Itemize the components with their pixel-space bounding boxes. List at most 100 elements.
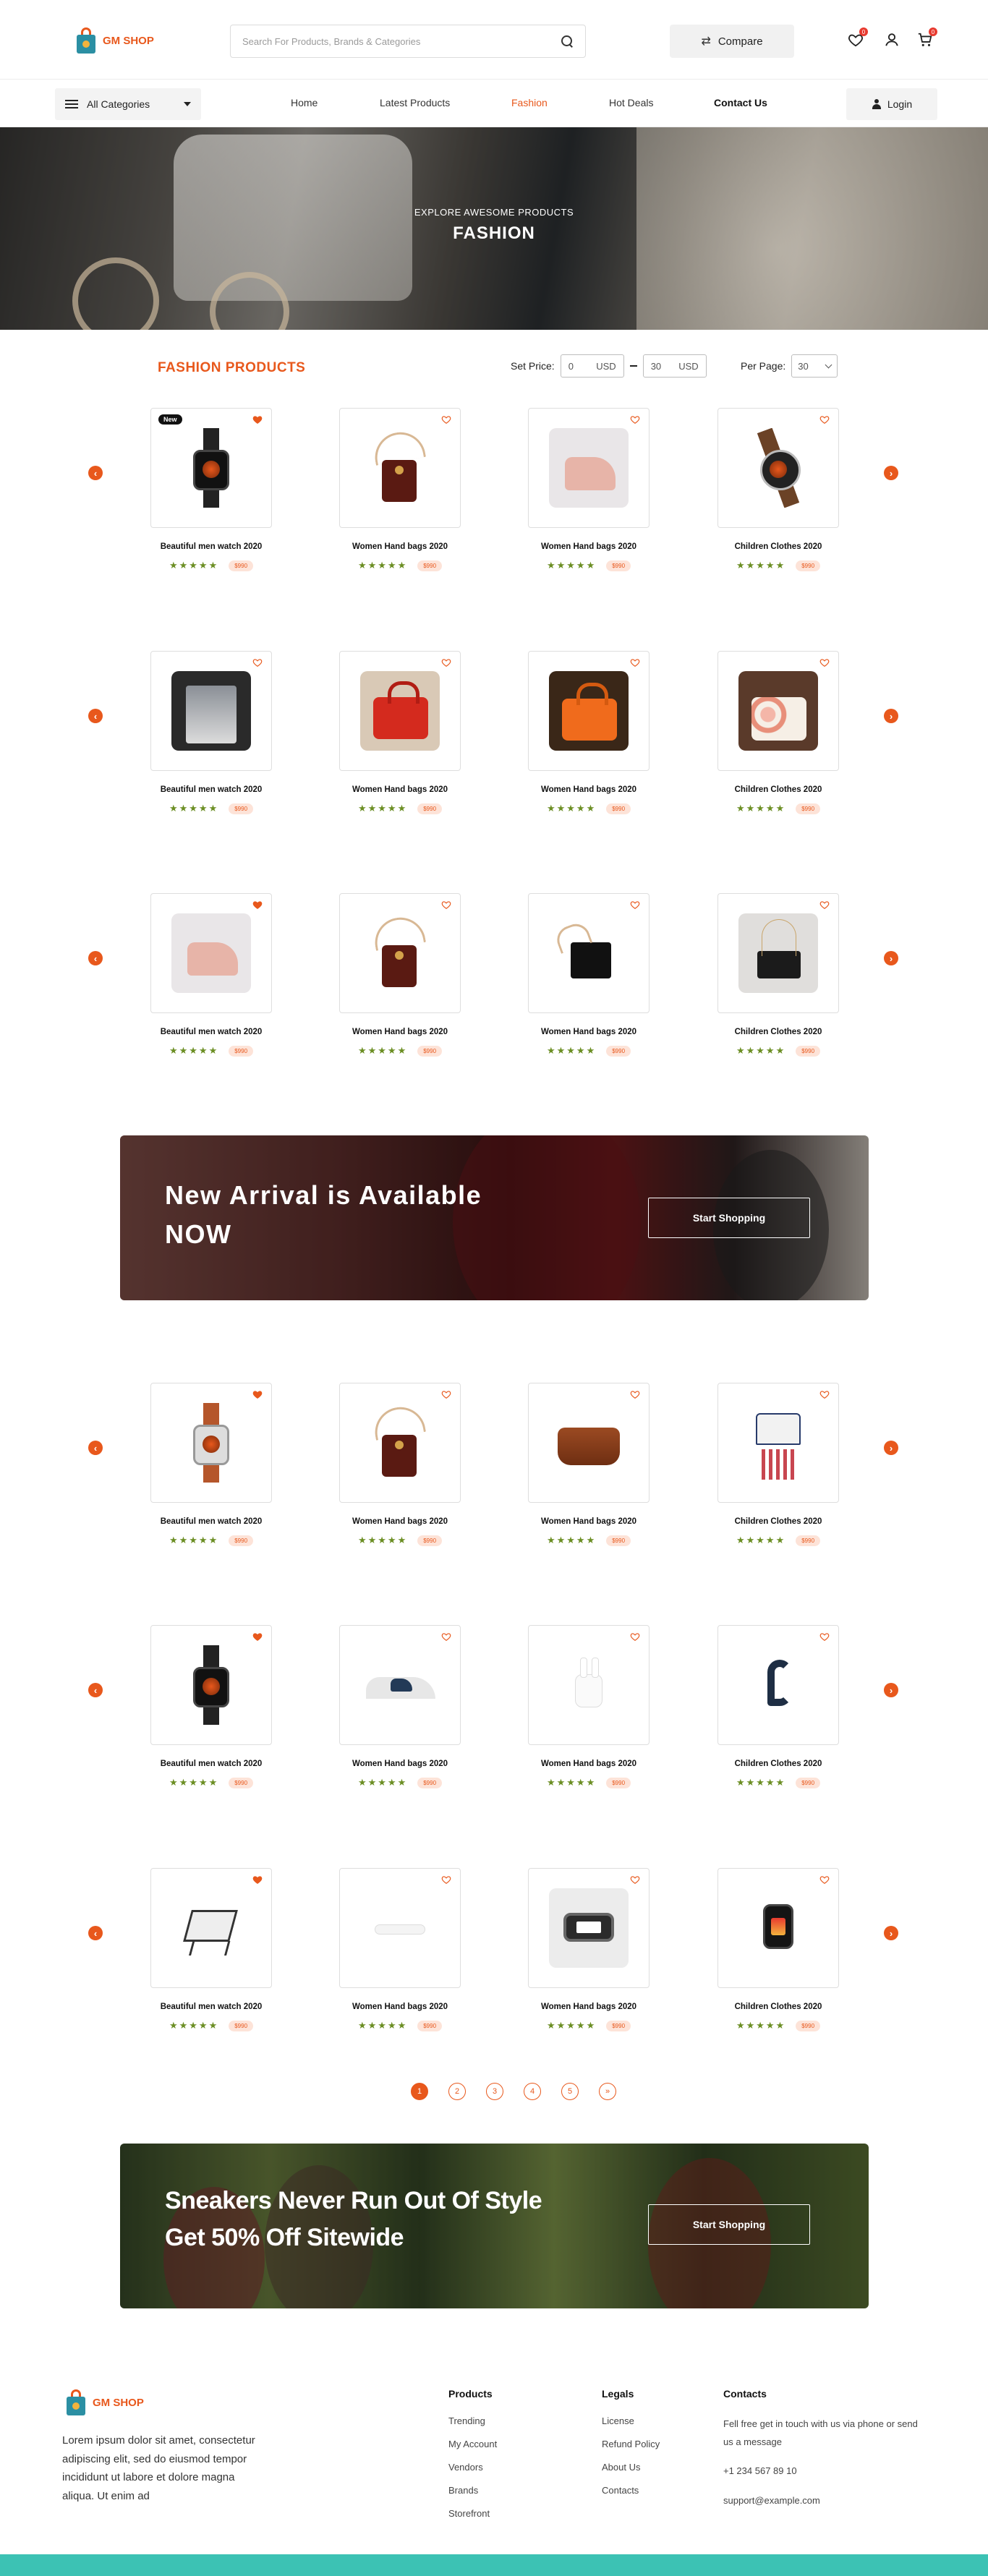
product-card[interactable]: Women Hand bags 2020 ★★★★★ $990 (339, 893, 461, 1057)
login-button[interactable]: Login (846, 88, 937, 120)
page-5-button[interactable]: 5 (561, 2083, 579, 2100)
product-image-frame[interactable] (528, 1383, 650, 1503)
next-page-button[interactable]: » (599, 2083, 616, 2100)
logo[interactable]: GM SHOP (75, 27, 154, 54)
heart-outline-icon[interactable] (819, 900, 830, 910)
product-name[interactable]: Women Hand bags 2020 (528, 785, 650, 794)
footer-link-trending[interactable]: Trending (448, 2415, 497, 2426)
heart-filled-icon[interactable] (252, 1632, 263, 1642)
carousel-prev-arrow-icon[interactable]: ‹ (88, 1683, 103, 1697)
product-image-frame[interactable] (150, 1383, 272, 1503)
product-image-frame[interactable] (717, 1625, 839, 1745)
carousel-next-arrow-icon[interactable]: › (884, 1926, 898, 1940)
product-name[interactable]: Women Hand bags 2020 (528, 542, 650, 551)
page-2-button[interactable]: 2 (448, 2083, 466, 2100)
product-image-frame[interactable] (150, 893, 272, 1013)
product-name[interactable]: Women Hand bags 2020 (528, 1517, 650, 1526)
carousel-next-arrow-icon[interactable]: › (884, 1441, 898, 1455)
footer-link-brands[interactable]: Brands (448, 2485, 497, 2496)
product-name[interactable]: Women Hand bags 2020 (339, 542, 461, 551)
heart-outline-icon[interactable] (441, 414, 451, 425)
start-shopping-button[interactable]: Start Shopping (648, 1198, 810, 1238)
product-card[interactable]: Women Hand bags 2020 ★★★★★ $990 (528, 1383, 650, 1546)
product-card[interactable]: Children Clothes 2020 ★★★★★ $990 (717, 893, 839, 1057)
heart-outline-icon[interactable] (441, 1389, 451, 1399)
price-max-input[interactable]: 30 USD (642, 354, 707, 378)
product-card[interactable]: Women Hand bags 2020 ★★★★★ $990 (339, 1383, 461, 1546)
product-card[interactable]: Children Clothes 2020 ★★★★★ $990 (717, 1625, 839, 1788)
product-name[interactable]: Women Hand bags 2020 (528, 2003, 650, 2011)
heart-outline-icon[interactable] (630, 900, 640, 910)
product-card[interactable]: Beautiful men watch 2020 ★★★★★ $990 (150, 651, 272, 814)
nav-link-fashion[interactable]: Fashion (511, 97, 548, 108)
product-image-frame[interactable] (717, 408, 839, 528)
product-image-frame[interactable] (339, 893, 461, 1013)
product-name[interactable]: Beautiful men watch 2020 (150, 785, 272, 794)
product-image-frame[interactable] (150, 1868, 272, 1988)
start-shopping-button[interactable]: Start Shopping (648, 2204, 810, 2245)
product-name[interactable]: Beautiful men watch 2020 (150, 1760, 272, 1768)
search-input[interactable] (242, 35, 561, 47)
product-name[interactable]: Children Clothes 2020 (717, 785, 839, 794)
heart-filled-icon[interactable] (252, 414, 263, 425)
product-name[interactable]: Women Hand bags 2020 (339, 785, 461, 794)
footer-email[interactable]: support@example.com (723, 2492, 919, 2510)
heart-filled-icon[interactable] (252, 1389, 263, 1399)
carousel-prev-arrow-icon[interactable]: ‹ (88, 466, 103, 480)
product-name[interactable]: Beautiful men watch 2020 (150, 1517, 272, 1526)
product-image-frame[interactable] (528, 651, 650, 771)
heart-outline-icon[interactable] (630, 1389, 640, 1399)
product-image-frame[interactable] (150, 1625, 272, 1745)
heart-outline-icon[interactable] (819, 414, 830, 425)
carousel-next-arrow-icon[interactable]: › (884, 709, 898, 723)
product-image-frame[interactable] (717, 893, 839, 1013)
search-icon[interactable] (561, 35, 574, 48)
product-card[interactable]: Women Hand bags 2020 ★★★★★ $990 (339, 1625, 461, 1788)
page-4-button[interactable]: 4 (524, 2083, 541, 2100)
product-name[interactable]: Women Hand bags 2020 (339, 2003, 461, 2011)
cart-button[interactable]: 0 (914, 27, 937, 51)
product-name[interactable]: Women Hand bags 2020 (339, 1028, 461, 1036)
product-name[interactable]: Children Clothes 2020 (717, 1028, 839, 1036)
carousel-prev-arrow-icon[interactable]: ‹ (88, 1441, 103, 1455)
product-image-frame[interactable] (150, 651, 272, 771)
product-card[interactable]: Children Clothes 2020 ★★★★★ $990 (717, 408, 839, 571)
carousel-next-arrow-icon[interactable]: › (884, 951, 898, 965)
carousel-prev-arrow-icon[interactable]: ‹ (88, 1926, 103, 1940)
footer-link-license[interactable]: License (602, 2415, 660, 2426)
nav-link-latest-products[interactable]: Latest Products (380, 97, 450, 108)
product-image-frame[interactable] (717, 651, 839, 771)
product-name[interactable]: Women Hand bags 2020 (339, 1517, 461, 1526)
product-image-frame[interactable] (528, 1868, 650, 1988)
heart-outline-icon[interactable] (630, 657, 640, 668)
product-image-frame[interactable] (528, 1625, 650, 1745)
product-card[interactable]: Beautiful men watch 2020 ★★★★★ $990 (150, 893, 272, 1057)
heart-outline-icon[interactable] (441, 657, 451, 668)
heart-outline-icon[interactable] (819, 1875, 830, 1885)
product-name[interactable]: Children Clothes 2020 (717, 2003, 839, 2011)
product-card[interactable]: Women Hand bags 2020 ★★★★★ $990 (339, 651, 461, 814)
carousel-next-arrow-icon[interactable]: › (884, 1683, 898, 1697)
product-image-frame[interactable] (339, 651, 461, 771)
product-card[interactable]: Women Hand bags 2020 ★★★★★ $990 (528, 651, 650, 814)
product-name[interactable]: Beautiful men watch 2020 (150, 542, 272, 551)
product-name[interactable]: Children Clothes 2020 (717, 542, 839, 551)
heart-outline-icon[interactable] (441, 900, 451, 910)
product-card[interactable]: Children Clothes 2020 ★★★★★ $990 (717, 651, 839, 814)
heart-outline-icon[interactable] (819, 1389, 830, 1399)
product-image-frame[interactable] (339, 408, 461, 528)
heart-outline-icon[interactable] (252, 657, 263, 668)
product-image-frame[interactable] (339, 1383, 461, 1503)
product-card[interactable]: Women Hand bags 2020 ★★★★★ $990 (339, 1868, 461, 2031)
carousel-prev-arrow-icon[interactable]: ‹ (88, 709, 103, 723)
product-card[interactable]: Beautiful men watch 2020 ★★★★★ $990 (150, 1383, 272, 1546)
footer-link-my-account[interactable]: My Account (448, 2439, 497, 2449)
product-name[interactable]: Beautiful men watch 2020 (150, 2003, 272, 2011)
heart-outline-icon[interactable] (819, 1632, 830, 1642)
product-name[interactable]: Women Hand bags 2020 (339, 1760, 461, 1768)
product-image-frame[interactable] (717, 1383, 839, 1503)
product-image-frame[interactable] (528, 893, 650, 1013)
product-card[interactable]: Women Hand bags 2020 ★★★★★ $990 (528, 893, 650, 1057)
product-name[interactable]: Women Hand bags 2020 (528, 1028, 650, 1036)
page-3-button[interactable]: 3 (486, 2083, 503, 2100)
